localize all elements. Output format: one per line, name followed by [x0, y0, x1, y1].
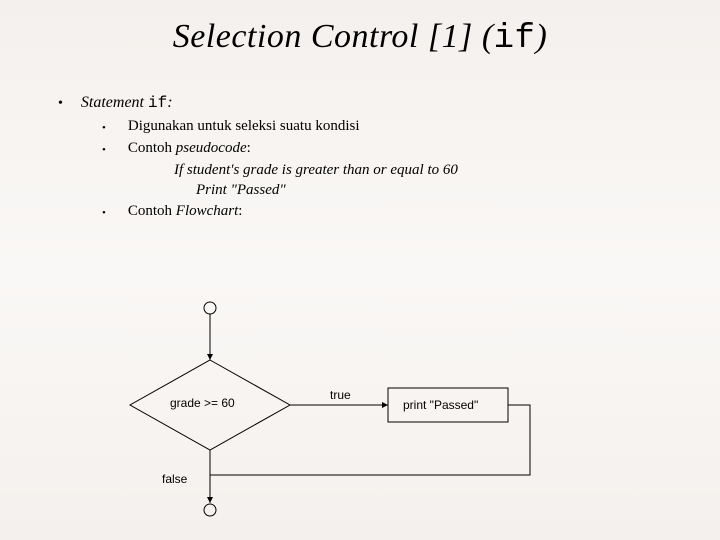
- sub2-prefix: Contoh: [128, 140, 176, 156]
- title-suffix: ): [535, 18, 547, 55]
- l1-suffix: :: [167, 94, 172, 111]
- bullet-dot: •: [102, 203, 106, 223]
- pseudocode: If student's grade is greater than or eq…: [102, 160, 680, 201]
- l1-prefix: Statement: [81, 94, 148, 111]
- bullet-dot: •: [102, 140, 106, 160]
- pseudo-line1: If student's grade is greater than or eq…: [174, 160, 680, 180]
- bullet-level1: • Statement if:: [58, 94, 680, 114]
- edge-action-to-end: [210, 405, 530, 503]
- false-label: false: [162, 472, 187, 486]
- bullet-l1-text: Statement if:: [81, 94, 173, 114]
- sub3-suffix: :: [238, 203, 242, 219]
- content-area: • Statement if: • Digunakan untuk seleks…: [0, 58, 720, 223]
- sub3-prefix: Contoh: [128, 203, 176, 219]
- end-node-icon: [204, 504, 216, 516]
- slide-title: Selection Control [1] (if): [0, 0, 720, 58]
- bullet-l2-1: • Digunakan untuk seleksi suatu kondisi: [102, 118, 680, 138]
- action-label: print "Passed": [403, 398, 478, 412]
- title-prefix: Selection Control: [173, 18, 428, 55]
- bullet-l2-2: • Contoh pseudocode:: [102, 140, 680, 160]
- bullet-l2-3: • Contoh Flowchart:: [102, 203, 680, 223]
- pseudo-line2: Print "Passed": [174, 180, 680, 200]
- bullet-dot: •: [58, 94, 63, 114]
- true-label: true: [330, 388, 351, 402]
- start-node-icon: [204, 302, 216, 314]
- sub3-text: Contoh Flowchart:: [128, 203, 243, 223]
- title-mono: if: [494, 20, 536, 58]
- sub-bullets: • Digunakan untuk seleksi suatu kondisi …: [58, 118, 680, 223]
- sub2-suffix: :: [247, 140, 251, 156]
- bullet-dot: •: [102, 118, 106, 138]
- sub2-text: Contoh pseudocode:: [128, 140, 251, 160]
- sub1-text: Digunakan untuk seleksi suatu kondisi: [128, 118, 360, 138]
- l1-mono: if: [148, 94, 167, 112]
- flowchart-svg: [120, 300, 620, 530]
- title-bracket: [1] (: [428, 18, 494, 55]
- decision-label: grade >= 60: [170, 396, 235, 410]
- sub3-italic: Flowchart: [176, 203, 239, 219]
- flowchart: grade >= 60 true false print "Passed": [120, 300, 620, 530]
- sub2-italic: pseudocode: [176, 140, 247, 156]
